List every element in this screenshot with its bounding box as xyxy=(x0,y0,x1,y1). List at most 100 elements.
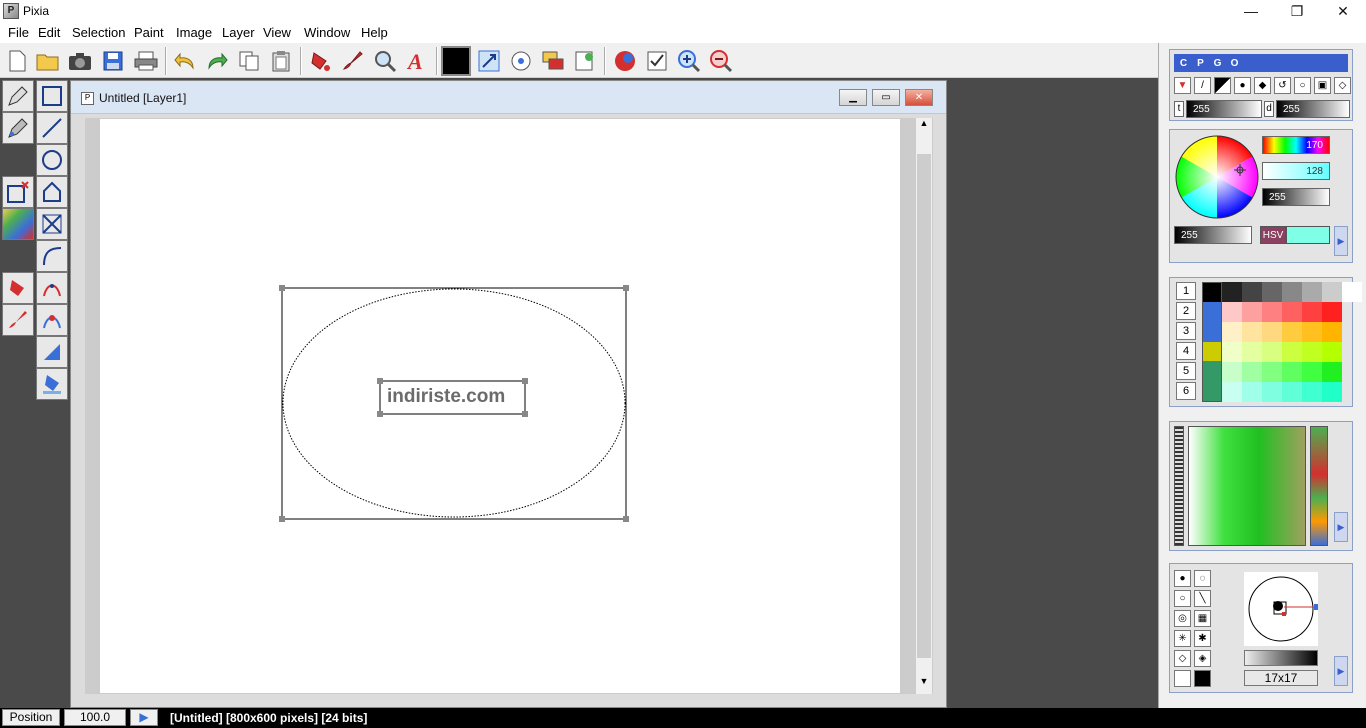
eraser-icon[interactable]: ◇ xyxy=(1334,77,1351,94)
arrow-down-icon[interactable]: ▼ xyxy=(1174,77,1191,94)
color-mode-label[interactable]: HSV xyxy=(1260,226,1286,244)
menu-file[interactable]: File xyxy=(8,25,29,40)
palette-swatch[interactable] xyxy=(1302,322,1322,342)
pour-tool-icon[interactable] xyxy=(36,368,68,400)
gradient-ruler[interactable] xyxy=(1174,426,1184,546)
brush-cross-icon[interactable]: ✱ xyxy=(1194,630,1211,647)
brush-star-icon[interactable]: ✳ xyxy=(1174,630,1191,647)
zoom-in-icon[interactable] xyxy=(674,46,704,76)
palette-row-4[interactable]: 4 xyxy=(1176,342,1196,360)
resize-image-icon[interactable] xyxy=(474,46,504,76)
tab-c[interactable]: C xyxy=(1176,57,1191,71)
menu-view[interactable]: View xyxy=(263,25,291,40)
dot-icon[interactable]: ● xyxy=(1234,77,1251,94)
menu-edit[interactable]: Edit xyxy=(38,25,60,40)
copy-icon[interactable] xyxy=(234,46,264,76)
alpha-slider[interactable]: 255 xyxy=(1174,226,1252,244)
print-icon[interactable] xyxy=(131,46,161,76)
palette-swatch[interactable] xyxy=(1302,302,1322,322)
palette-row-2[interactable]: 2 xyxy=(1176,302,1196,320)
paint-bucket-icon[interactable] xyxy=(305,46,335,76)
contrast-icon[interactable] xyxy=(1214,77,1231,94)
expand-arrow-icon[interactable]: ▶ xyxy=(1334,656,1348,686)
palette-swatch[interactable] xyxy=(1282,382,1302,402)
camera-icon[interactable] xyxy=(65,46,95,76)
brush-grid-icon[interactable]: ▦ xyxy=(1194,610,1211,627)
gradient-tool-icon[interactable] xyxy=(2,208,34,240)
color-ball-icon[interactable] xyxy=(610,46,640,76)
palette-swatch[interactable] xyxy=(1222,362,1242,382)
position-button[interactable]: Position xyxy=(2,709,60,726)
menu-paint[interactable]: Paint xyxy=(134,25,164,40)
pen-tool-icon[interactable] xyxy=(2,80,34,112)
gradient-preview[interactable] xyxy=(1188,426,1306,546)
brush-diamond-icon[interactable]: ◇ xyxy=(1174,650,1191,667)
menu-selection[interactable]: Selection xyxy=(72,25,125,40)
blob-icon[interactable]: ◆ xyxy=(1254,77,1271,94)
palette-swatch[interactable] xyxy=(1322,282,1342,302)
palette-swatch[interactable] xyxy=(1262,282,1282,302)
layer-properties-icon[interactable] xyxy=(570,46,600,76)
tab-g[interactable]: G xyxy=(1210,57,1225,71)
save-icon[interactable] xyxy=(98,46,128,76)
redo-icon[interactable] xyxy=(202,46,232,76)
palette-swatch[interactable] xyxy=(1242,322,1262,342)
palette-swatch[interactable] xyxy=(1222,382,1242,402)
palette-swatch[interactable] xyxy=(1322,302,1342,322)
brush-empty-square-icon[interactable] xyxy=(1174,670,1191,687)
zoom-out-icon[interactable] xyxy=(706,46,736,76)
open-folder-icon[interactable] xyxy=(33,46,63,76)
magnifier-icon[interactable] xyxy=(370,46,400,76)
curve-tool-icon[interactable] xyxy=(36,240,68,272)
zoom-field[interactable]: 100.0 xyxy=(64,709,126,726)
palette-swatch[interactable] xyxy=(1342,282,1362,302)
palette-row-3[interactable]: 3 xyxy=(1176,322,1196,340)
airbrush-tool-icon[interactable] xyxy=(2,112,34,144)
palette-swatch[interactable] xyxy=(1242,362,1262,382)
palette-swatch[interactable] xyxy=(1282,342,1302,362)
saturation-slider[interactable]: 128 xyxy=(1262,162,1330,180)
maximize-button[interactable]: ❐ xyxy=(1274,0,1320,23)
layer-stack-icon[interactable] xyxy=(538,46,568,76)
menu-layer[interactable]: Layer xyxy=(222,25,255,40)
palette-swatch[interactable] xyxy=(1322,322,1342,342)
value-slider[interactable]: 255 xyxy=(1262,188,1330,206)
tab-o[interactable]: O xyxy=(1227,57,1242,71)
polygon-tool-icon[interactable] xyxy=(36,176,68,208)
circle-icon[interactable]: ○ xyxy=(1294,77,1311,94)
bezier-tool-icon[interactable] xyxy=(36,272,68,304)
palette-swatch[interactable] xyxy=(1242,382,1262,402)
palette-swatch[interactable] xyxy=(1302,362,1322,382)
palette-swatch[interactable] xyxy=(1262,342,1282,362)
rectangle-tool-icon[interactable] xyxy=(36,80,68,112)
palette-swatch[interactable] xyxy=(1262,382,1282,402)
new-file-icon[interactable] xyxy=(2,46,32,76)
checklist-icon[interactable] xyxy=(642,46,672,76)
palette-row-6[interactable]: 6 xyxy=(1176,382,1196,400)
filter-settings-icon[interactable] xyxy=(506,46,536,76)
palette-swatch[interactable] xyxy=(1242,342,1262,362)
menu-window[interactable]: Window xyxy=(304,25,350,40)
palette-swatch[interactable] xyxy=(1282,322,1302,342)
brush-round-icon[interactable]: ● xyxy=(1174,570,1191,587)
cross-tool-icon[interactable] xyxy=(36,208,68,240)
brush-size-label[interactable]: 17x17 xyxy=(1244,670,1318,686)
palette-row-1[interactable]: 1 xyxy=(1176,282,1196,300)
smudge-tool-icon[interactable] xyxy=(36,304,68,336)
pencil-icon[interactable]: / xyxy=(1194,77,1211,94)
palette-swatch[interactable] xyxy=(1222,322,1242,342)
document-titlebar[interactable]: P Untitled [Layer1] ▁ ▭ ✕ xyxy=(71,81,946,114)
scroll-down-icon[interactable]: ▼ xyxy=(916,676,932,692)
palette-swatch[interactable] xyxy=(1302,282,1322,302)
palette-swatch[interactable] xyxy=(1222,302,1242,322)
layers-icon[interactable]: ▣ xyxy=(1314,77,1331,94)
palette-swatch[interactable] xyxy=(1282,282,1302,302)
color-swatch-icon[interactable] xyxy=(441,46,471,76)
expand-arrow-icon[interactable]: ▶ xyxy=(1334,512,1348,542)
palette-swatch[interactable] xyxy=(1262,362,1282,382)
rotate-icon[interactable]: ↺ xyxy=(1274,77,1291,94)
zoom-apply-icon[interactable]: ▶ xyxy=(130,709,158,726)
brush-diamond-alt-icon[interactable]: ◈ xyxy=(1194,650,1211,667)
brush-soft-icon[interactable]: ◌ xyxy=(1194,570,1211,587)
tab-p[interactable]: P xyxy=(1193,57,1208,71)
